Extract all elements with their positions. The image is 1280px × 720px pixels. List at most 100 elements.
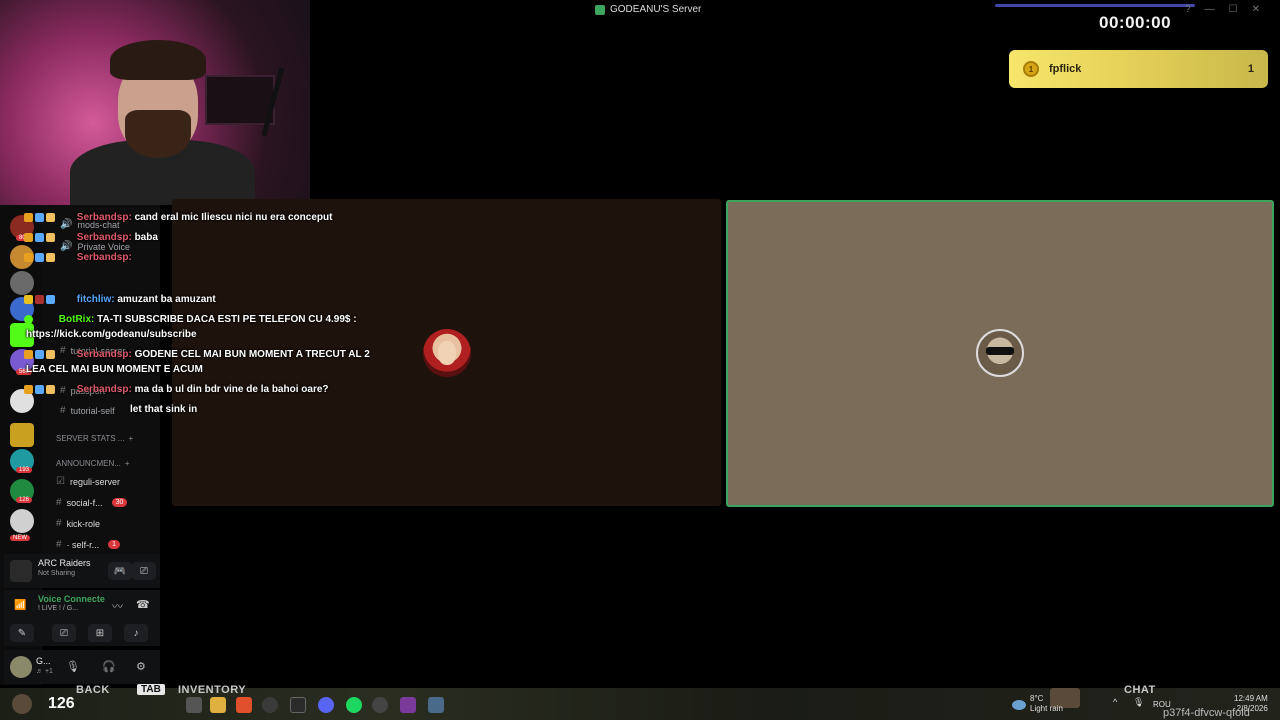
category-announcements[interactable]: ANNOUNCMEN... + xyxy=(56,459,130,468)
soundboard-icon[interactable]: ♪ xyxy=(124,624,148,642)
camera-off-icon[interactable]: ✎ xyxy=(10,624,34,642)
server-badge-4: 126 xyxy=(16,497,33,503)
badge-icon xyxy=(46,252,55,262)
weather-icon[interactable] xyxy=(1012,700,1026,710)
unread-badge: 1 xyxy=(108,540,120,549)
avatar[interactable] xyxy=(10,656,32,678)
folder-icon[interactable] xyxy=(10,423,34,447)
gamepad-icon[interactable]: 🎮 xyxy=(108,562,132,580)
close-icon[interactable]: ✕ xyxy=(1252,4,1260,15)
category-label: ANNOUNCMEN... xyxy=(56,459,121,468)
store-icon[interactable] xyxy=(290,697,306,713)
hash-icon: # xyxy=(60,405,66,416)
disconnect-icon[interactable]: ☎ xyxy=(136,598,150,611)
weather-desc: Light rain xyxy=(1030,704,1063,713)
avatar-face xyxy=(438,341,456,365)
add-channel-icon[interactable]: + xyxy=(128,434,133,443)
file-explorer-icon[interactable] xyxy=(210,697,226,713)
channel-label: · self-r... xyxy=(66,539,100,550)
window-title: GODEANU'S Server xyxy=(595,4,701,15)
call-tile-right-speaking[interactable] xyxy=(726,200,1274,507)
minimize-icon[interactable]: — xyxy=(1205,4,1215,15)
chat-text: GODENE CEL MAI BUN MOMENT A TRECUT AL 2 xyxy=(134,349,370,360)
username: G... xyxy=(36,656,51,666)
taskview-icon[interactable] xyxy=(186,697,202,713)
hash-icon: # xyxy=(56,539,62,550)
settings-icon[interactable] xyxy=(428,697,444,713)
badge-icon xyxy=(35,294,44,304)
channel-label: kick-role xyxy=(66,518,101,529)
category-server-stats[interactable]: SERVER STATS ... + xyxy=(56,434,133,443)
hash-icon: # xyxy=(56,497,62,508)
mic-tray-icon[interactable]: 🎙 xyxy=(1133,697,1149,713)
chat-message-continued: let that sink in xyxy=(130,404,197,415)
hash-icon: # xyxy=(56,518,62,529)
badge-icon xyxy=(35,212,44,222)
noise-suppression-icon[interactable]: 〰 xyxy=(112,598,123,614)
user-status: ♬ +1 xyxy=(36,668,53,675)
game-inventory-hint: INVENTORY xyxy=(178,684,247,696)
badge-icon xyxy=(46,294,55,304)
help-icon[interactable]: ? xyxy=(1185,4,1191,15)
share-status: Not Sharing xyxy=(38,570,75,577)
clock-time: 12:49 AM xyxy=(1234,694,1268,703)
badge-icon xyxy=(35,349,44,359)
server-icon-9[interactable] xyxy=(10,509,34,533)
chat-username: BotRix: xyxy=(58,314,95,325)
discord-icon[interactable] xyxy=(318,697,334,713)
headphones-icon[interactable]: 🎧 xyxy=(102,660,116,673)
bot-badge-icon xyxy=(24,314,33,324)
app-icon[interactable] xyxy=(372,697,388,713)
channel-label: tutorial-self xyxy=(70,405,115,416)
weather-widget[interactable]: 8°C Light rain xyxy=(1030,694,1063,714)
app-icon-2[interactable] xyxy=(400,697,416,713)
chat-badges xyxy=(24,384,74,395)
badge-icon xyxy=(35,384,44,394)
coin-icon: 1 xyxy=(1023,61,1039,77)
game-icon xyxy=(10,560,32,582)
chat-text: let that sink in xyxy=(130,404,198,415)
channel-label: social-f... xyxy=(66,497,103,508)
game-back-hint: BACK xyxy=(76,684,110,696)
channel-self-role[interactable]: # · self-r... 1 xyxy=(56,539,120,550)
participant-avatar-left xyxy=(423,329,471,377)
stream-timer: 00:00:00 xyxy=(1099,13,1172,32)
channel-kick-role[interactable]: # kick-role xyxy=(56,518,100,529)
chat-badges xyxy=(24,232,74,243)
maximize-icon[interactable]: ☐ xyxy=(1229,4,1238,15)
webcam-person-hair xyxy=(110,40,206,80)
tray-chevron-icon[interactable]: ^ xyxy=(1113,697,1129,713)
steam-icon[interactable] xyxy=(262,697,278,713)
chat-message: fitchliw: amuzant ba amuzant xyxy=(24,294,216,305)
unread-badge: 30 xyxy=(111,498,128,507)
activities-icon[interactable]: ⊞ xyxy=(88,624,112,642)
mic-icon[interactable]: 🎙 xyxy=(66,660,80,673)
game-name: ARC Raiders xyxy=(38,558,91,568)
screen-share-button[interactable]: ⎚ xyxy=(52,624,76,642)
channel-tutorial-self[interactable]: # tutorial-self xyxy=(60,405,115,416)
server-icon xyxy=(595,4,605,15)
chat-link[interactable]: https://kick.com/godeanu/subscribe xyxy=(26,329,197,340)
channel-social-feed[interactable]: # social-f... 30 xyxy=(56,497,128,508)
chat-username: Serbandsp: xyxy=(76,252,132,263)
badge-icon xyxy=(46,384,55,394)
badge-icon xyxy=(46,212,55,222)
channel-reguli-server[interactable]: ☑ reguli-server xyxy=(56,476,120,487)
badge-icon xyxy=(46,349,55,359)
spotify-icon[interactable] xyxy=(346,697,362,713)
webcam-feed xyxy=(0,0,310,205)
weather-temp: 8°C xyxy=(1030,694,1044,703)
leaderboard-entry: 1 fpflick 1 xyxy=(1009,50,1268,88)
timer-progress-bar xyxy=(995,4,1195,7)
voice-channel: ! LIVE ! / G... xyxy=(38,605,79,612)
webcam-shelf xyxy=(205,75,275,125)
server-icon-3[interactable] xyxy=(10,271,34,295)
brave-browser-icon[interactable] xyxy=(236,697,252,713)
add-channel-icon[interactable]: + xyxy=(125,459,130,468)
screen-share-icon[interactable]: ⎚ xyxy=(132,562,156,580)
channel-label: reguli-server xyxy=(69,476,120,487)
leaderboard-name: fpflick xyxy=(1049,63,1082,75)
activity-panel: ARC Raiders Not Sharing 🎮 ⎚ xyxy=(4,554,160,588)
settings-gear-icon[interactable]: ⚙ xyxy=(136,660,146,673)
voice-status[interactable]: Voice Connecte xyxy=(38,594,105,604)
